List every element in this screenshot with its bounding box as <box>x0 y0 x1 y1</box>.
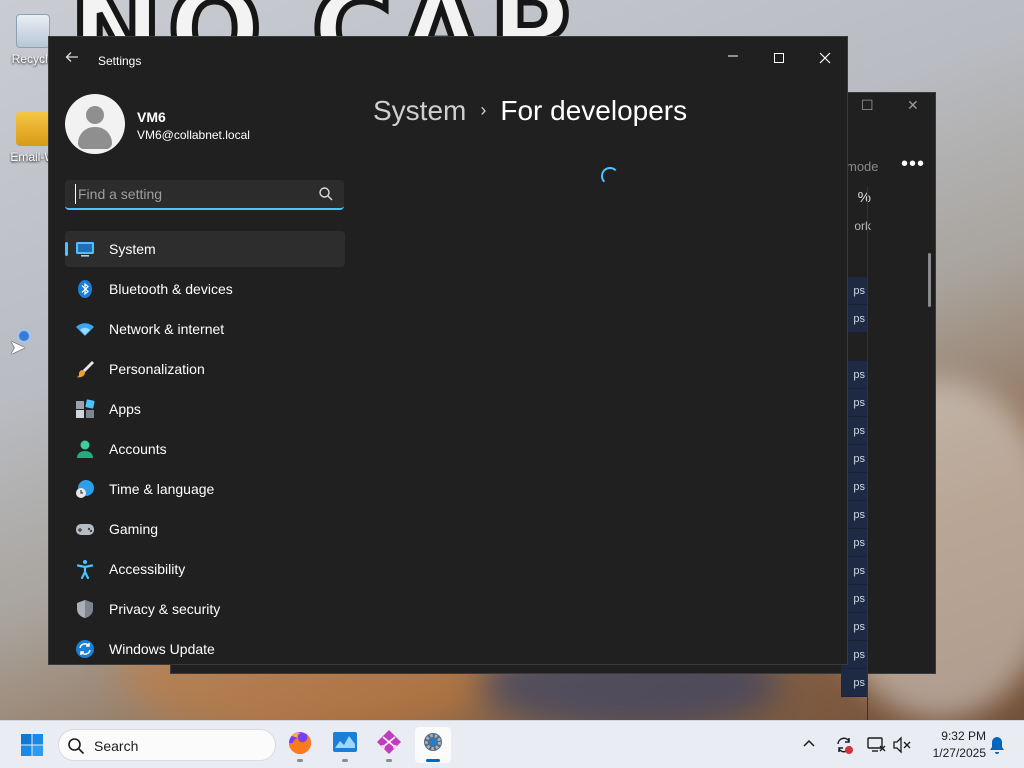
user-email: VM6@collabnet.local <box>137 128 250 142</box>
close-button[interactable] <box>802 43 847 73</box>
table-row[interactable]: ps <box>841 669 867 697</box>
minimize-icon <box>728 55 738 57</box>
sidebar-item-label: Bluetooth & devices <box>109 281 233 297</box>
sidebar-item-system[interactable]: System <box>65 231 345 267</box>
app-running-indicator <box>342 759 348 762</box>
volume-muted-icon[interactable] <box>892 735 912 755</box>
sidebar-item-label: Personalization <box>109 361 205 377</box>
task-manager-icon <box>333 732 357 752</box>
taskbar-search-box[interactable]: Search <box>58 729 276 761</box>
search-icon <box>68 738 85 755</box>
avatar[interactable] <box>65 94 125 154</box>
column-divider <box>867 187 868 767</box>
back-button[interactable] <box>61 49 83 71</box>
sidebar-item-label: Accounts <box>109 441 167 457</box>
close-icon <box>819 52 831 64</box>
folder-icon <box>16 112 50 146</box>
arrow-left-icon <box>65 52 78 62</box>
page-title: For developers <box>500 95 688 126</box>
person-icon <box>77 440 93 458</box>
sidebar-item-gaming[interactable]: Gaming <box>65 511 345 547</box>
sidebar-item-label: Accessibility <box>109 561 186 577</box>
breadcrumb: System › For developers <box>373 95 687 127</box>
app-running-indicator <box>297 759 303 762</box>
apps-icon <box>76 399 95 418</box>
sidebar-item-label: Network & internet <box>109 321 225 337</box>
settings-icon <box>424 733 442 751</box>
recycle-bin-icon <box>16 14 50 48</box>
sidebar-item-label: Apps <box>109 401 141 417</box>
avatar-body <box>78 127 112 149</box>
windows-start-icon[interactable] <box>20 733 44 757</box>
sidebar-item-accessibility[interactable]: Accessibility <box>65 551 345 587</box>
sidebar-item-privacy-security[interactable]: Privacy & security <box>65 591 345 627</box>
notification-bell-icon[interactable] <box>988 735 1006 755</box>
sidebar-item-apps[interactable]: Apps <box>65 391 345 427</box>
taskbar-app-snipping-tool[interactable] <box>371 727 407 763</box>
sidebar-item-label: System <box>109 241 156 257</box>
brush-icon <box>76 361 94 378</box>
taskbar-app-settings[interactable] <box>415 727 451 763</box>
sidebar-item-network[interactable]: Network & internet <box>65 311 345 347</box>
mouse-cursor-icon: ➤ <box>9 337 26 359</box>
settings-window[interactable]: Settings VM6 VM6@collabnet.local System … <box>48 36 848 665</box>
maximize-button[interactable] <box>756 43 802 73</box>
gamepad-icon <box>76 524 94 535</box>
clock-time[interactable]: 9:32 PM <box>922 729 986 743</box>
sidebar-item-label: Time & language <box>109 481 215 497</box>
bluetooth-icon <box>78 280 92 298</box>
maximize-button[interactable]: ☐ <box>861 97 874 114</box>
firefox-icon <box>289 732 311 754</box>
sidebar-item-label: Gaming <box>109 521 159 537</box>
chevron-right-icon: › <box>480 100 487 120</box>
window-title: Settings <box>98 54 142 68</box>
globe-clock-icon <box>76 480 94 498</box>
snipping-tool-icon <box>377 730 401 754</box>
title-bar[interactable]: Settings <box>49 37 847 85</box>
search-input[interactable] <box>75 184 307 204</box>
search-icon[interactable] <box>318 186 334 202</box>
settings-nav: System Bluetooth & devices Network & int… <box>65 231 345 664</box>
taskbar: Search 9:32 PM 1/27/2025 <box>0 720 1024 768</box>
taskbar-app-task-manager[interactable] <box>327 727 363 763</box>
user-name: VM6 <box>137 109 166 125</box>
settings-search-box[interactable] <box>65 180 344 210</box>
maximize-icon <box>774 53 784 64</box>
sidebar-item-windows-update[interactable]: Windows Update <box>65 631 345 664</box>
sidebar-item-label: Privacy & security <box>109 601 221 617</box>
update-icon <box>76 640 94 658</box>
minimize-button[interactable] <box>710 43 756 73</box>
sync-icon[interactable] <box>834 735 854 755</box>
app-running-indicator <box>386 759 392 762</box>
taskbar-app-firefox[interactable] <box>282 727 318 763</box>
person-icon <box>86 106 104 124</box>
clock-date[interactable]: 1/27/2025 <box>922 746 986 760</box>
monitor-icon <box>76 242 94 257</box>
network-monitor-icon[interactable] <box>866 735 886 755</box>
scrollbar-thumb[interactable] <box>928 253 931 307</box>
close-button[interactable]: ✕ <box>907 97 919 114</box>
wifi-icon <box>76 323 94 336</box>
sidebar-item-accounts[interactable]: Accounts <box>65 431 345 467</box>
mode-label: mode <box>846 159 879 174</box>
taskbar-search-label: Search <box>94 738 139 754</box>
loading-spinner-icon <box>601 167 619 185</box>
sidebar-item-time-language[interactable]: Time & language <box>65 471 345 507</box>
show-hidden-icons-chevron-up-icon[interactable] <box>802 735 816 751</box>
sidebar-item-label: Windows Update <box>109 641 215 657</box>
accessibility-icon <box>76 560 94 579</box>
shield-icon <box>77 600 93 618</box>
app-active-indicator <box>426 759 440 762</box>
more-options-icon[interactable]: ••• <box>901 153 925 176</box>
sidebar-item-personalization[interactable]: Personalization <box>65 351 345 387</box>
breadcrumb-parent-link[interactable]: System <box>373 95 466 126</box>
sidebar-item-bluetooth[interactable]: Bluetooth & devices <box>65 271 345 307</box>
